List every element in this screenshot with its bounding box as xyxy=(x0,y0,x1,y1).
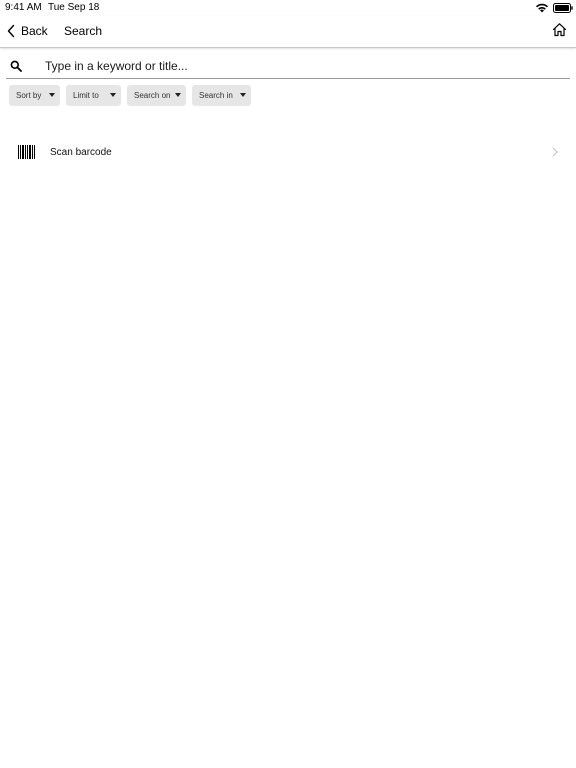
chevron-right-icon xyxy=(552,147,558,157)
search-screen: 9:41 AM Tue Sep 18 Back Search Type in a… xyxy=(0,0,576,768)
back-button[interactable]: Back xyxy=(6,20,48,42)
home-icon[interactable] xyxy=(552,22,567,37)
search-in-label: Search in xyxy=(199,90,233,100)
caret-down-icon xyxy=(49,93,55,97)
caret-down-icon xyxy=(110,93,116,97)
limit-to-dropdown[interactable]: Limit to xyxy=(66,85,121,105)
back-label: Back xyxy=(21,24,48,38)
search-icon xyxy=(10,60,22,72)
scan-barcode-label: Scan barcode xyxy=(50,147,112,158)
caret-down-icon xyxy=(175,93,181,97)
search-input[interactable] xyxy=(45,58,525,73)
status-date: Tue Sep 18 xyxy=(48,2,100,13)
nav-bar: Back Search xyxy=(0,16,576,48)
status-time: 9:41 AM xyxy=(5,2,42,13)
sort-by-label: Sort by xyxy=(16,90,42,100)
scan-barcode-row[interactable]: Scan barcode xyxy=(0,138,576,166)
caret-down-icon xyxy=(240,93,246,97)
search-bar xyxy=(6,53,570,79)
search-on-label: Search on xyxy=(134,90,171,100)
barcode-icon xyxy=(18,145,35,159)
page-title: Search xyxy=(64,24,103,38)
battery-icon xyxy=(553,3,573,13)
limit-to-label: Limit to xyxy=(73,90,99,100)
wifi-icon xyxy=(536,3,548,13)
status-bar: 9:41 AM Tue Sep 18 xyxy=(0,0,576,16)
search-in-dropdown[interactable]: Search in xyxy=(192,85,251,105)
search-on-dropdown[interactable]: Search on xyxy=(127,85,186,105)
sort-by-dropdown[interactable]: Sort by xyxy=(9,85,60,105)
chevron-left-icon xyxy=(7,24,15,38)
